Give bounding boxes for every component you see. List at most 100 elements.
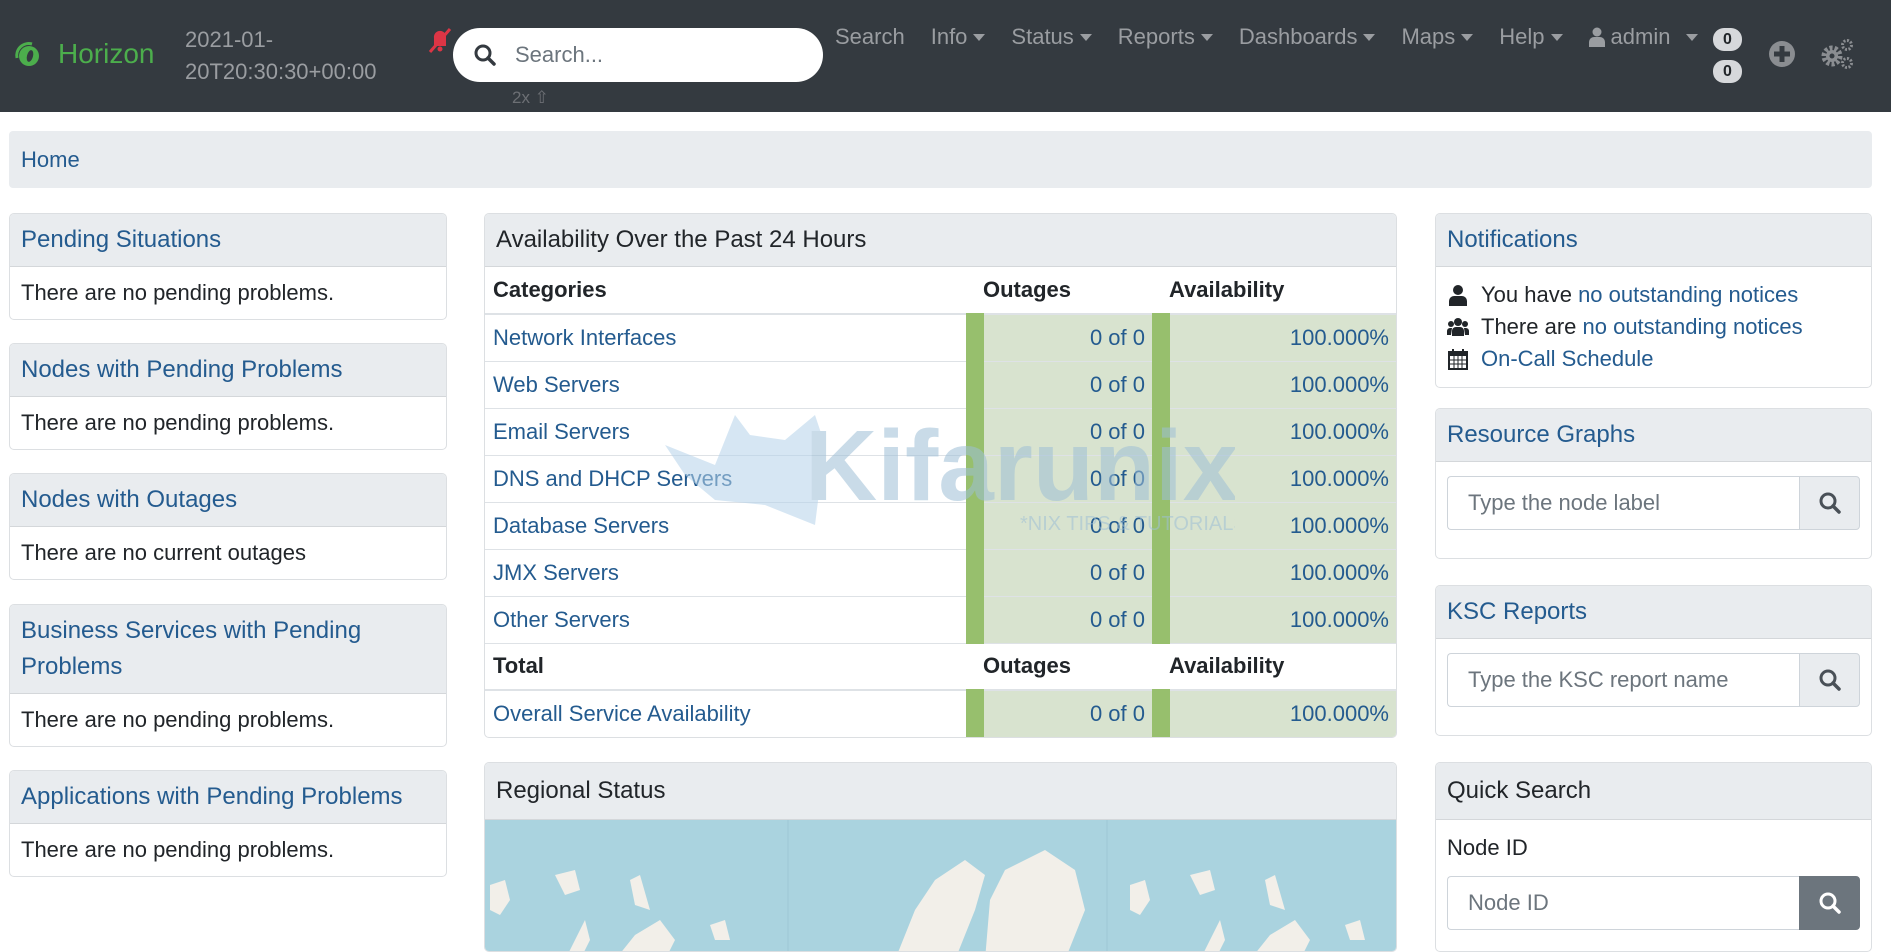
table-row: Database Servers 0 of 0 100.000% xyxy=(485,502,1396,550)
col-total-availability: Availability xyxy=(1161,642,1396,691)
availability-cell[interactable]: 100.000% xyxy=(1152,502,1396,550)
alarm-count-badge[interactable]: 0 xyxy=(1713,28,1742,51)
nav-dashboards-label: Dashboards xyxy=(1238,24,1358,49)
horizon-logo-icon xyxy=(15,42,39,66)
panel-nodes-pending-problems: Nodes with Pending Problems There are no… xyxy=(9,343,447,450)
notifications-title-link[interactable]: Notifications xyxy=(1447,226,1578,253)
col-categories: Categories xyxy=(485,267,975,315)
chevron-down-icon xyxy=(1363,33,1376,41)
availability-cell[interactable]: 100.000% xyxy=(1152,361,1396,409)
outages-cell[interactable]: 0 of 0 xyxy=(966,549,1161,597)
on-call-line: On-Call Schedule xyxy=(1447,343,1860,375)
on-call-schedule-link[interactable]: On-Call Schedule xyxy=(1481,345,1653,373)
category-link[interactable]: Other Servers xyxy=(493,607,630,632)
availability-cell[interactable]: 100.000% xyxy=(1152,596,1396,644)
breadcrumb-home[interactable]: Home xyxy=(21,147,80,173)
regional-map[interactable] xyxy=(485,820,1396,951)
table-row: Other Servers 0 of 0 100.000% xyxy=(485,596,1396,644)
availability-cell[interactable]: 100.000% xyxy=(1152,314,1396,362)
resource-graphs-title-link[interactable]: Resource Graphs xyxy=(1447,421,1635,448)
availability-cell[interactable]: 100.000% xyxy=(1152,549,1396,597)
ksc-report-input[interactable] xyxy=(1447,653,1799,707)
panel-availability: Availability Over the Past 24 Hours Cate… xyxy=(484,213,1397,738)
nav-menu: Search Info Status Reports Dashboards Ma… xyxy=(835,24,1724,50)
overall-availability-link[interactable]: Overall Service Availability xyxy=(493,701,751,726)
chevron-down-icon xyxy=(1079,33,1092,41)
user-icon xyxy=(1449,285,1467,306)
nav-help[interactable]: Help xyxy=(1499,24,1563,50)
category-link[interactable]: Web Servers xyxy=(493,372,620,397)
availability-cell[interactable]: 100.000% xyxy=(1152,455,1396,503)
table-row: JMX Servers 0 of 0 100.000% xyxy=(485,549,1396,597)
node-label-input[interactable] xyxy=(1447,476,1799,530)
outages-cell[interactable]: 0 of 0 xyxy=(966,361,1161,409)
plus-circle-icon[interactable] xyxy=(1768,40,1796,68)
notice-count-badge[interactable]: 0 xyxy=(1713,60,1742,83)
users-icon xyxy=(1447,318,1469,336)
nav-reports[interactable]: Reports xyxy=(1118,24,1213,50)
global-search-input[interactable] xyxy=(515,42,805,68)
panel-title-link[interactable]: Applications with Pending Problems xyxy=(21,783,403,810)
total-row: Overall Service Availability 0 of 0 100.… xyxy=(485,690,1396,737)
brand-name: Horizon xyxy=(58,38,155,69)
bell-slash-icon[interactable] xyxy=(426,26,454,54)
nav-search[interactable]: Search xyxy=(835,24,905,50)
quick-search-title: Quick Search xyxy=(1447,777,1592,804)
panel-title-link[interactable]: Pending Situations xyxy=(21,226,221,253)
outages-cell[interactable]: 0 of 0 xyxy=(966,314,1161,362)
total-outages-cell[interactable]: 0 of 0 xyxy=(966,690,1161,737)
team-notices-link[interactable]: no outstanding notices xyxy=(1583,313,1803,341)
panel-resource-graphs: Resource Graphs xyxy=(1435,408,1872,559)
nav-info[interactable]: Info xyxy=(931,24,986,50)
panel-body-text: There are no pending problems. xyxy=(21,280,335,305)
nav-search-label: Search xyxy=(835,24,905,49)
panel-regional-status: Regional Status xyxy=(484,762,1397,952)
gears-icon[interactable] xyxy=(1819,37,1855,71)
ksc-reports-title-link[interactable]: KSC Reports xyxy=(1447,598,1587,625)
breadcrumb: Home xyxy=(9,131,1872,188)
chevron-down-icon xyxy=(1200,33,1213,41)
resource-graphs-search-button[interactable] xyxy=(1799,476,1860,530)
nav-dashboards[interactable]: Dashboards xyxy=(1239,24,1376,50)
nav-user-menu[interactable]: admin xyxy=(1588,24,1699,50)
col-availability: Availability xyxy=(1161,267,1396,315)
outages-cell[interactable]: 0 of 0 xyxy=(966,455,1161,503)
outages-cell[interactable]: 0 of 0 xyxy=(966,502,1161,550)
server-time: 2021-01-20T20:30:30+00:00 xyxy=(185,27,377,84)
panel-ksc-reports: KSC Reports xyxy=(1435,585,1872,736)
global-search[interactable] xyxy=(453,28,823,82)
total-availability-cell[interactable]: 100.000% xyxy=(1152,690,1396,737)
category-link[interactable]: Database Servers xyxy=(493,513,669,538)
nav-info-label: Info xyxy=(930,24,968,49)
category-link[interactable]: JMX Servers xyxy=(493,560,619,585)
user-notices-link[interactable]: no outstanding notices xyxy=(1578,281,1798,309)
ksc-report-search-button[interactable] xyxy=(1799,653,1860,707)
total-header-row: Total Outages Availability xyxy=(485,642,1396,691)
node-id-search-button[interactable] xyxy=(1799,876,1860,930)
node-id-label: Node ID xyxy=(1447,835,1528,860)
col-outages: Outages xyxy=(975,267,1161,315)
category-link[interactable]: Email Servers xyxy=(493,419,630,444)
chevron-down-icon xyxy=(1550,33,1563,41)
table-row: Web Servers 0 of 0 100.000% xyxy=(485,361,1396,409)
panel-title-link[interactable]: Business Services with Pending Problems xyxy=(21,617,361,680)
chevron-down-icon xyxy=(1686,33,1699,41)
nav-maps-label: Maps xyxy=(1401,24,1456,49)
panel-title-link[interactable]: Nodes with Pending Problems xyxy=(21,356,343,383)
outages-cell[interactable]: 0 of 0 xyxy=(966,596,1161,644)
brand[interactable]: Horizon xyxy=(14,38,154,70)
availability-cell[interactable]: 100.000% xyxy=(1152,408,1396,456)
node-id-input[interactable] xyxy=(1447,876,1799,930)
team-notices-prefix: There are xyxy=(1481,314,1583,339)
panel-applications: Applications with Pending Problems There… xyxy=(9,770,447,877)
user-notices-prefix: You have xyxy=(1481,282,1579,307)
table-row: Email Servers 0 of 0 100.000% xyxy=(485,408,1396,456)
category-link[interactable]: Network Interfaces xyxy=(493,325,676,350)
nav-status[interactable]: Status xyxy=(1011,24,1092,50)
nav-maps[interactable]: Maps xyxy=(1401,24,1474,50)
category-link[interactable]: DNS and DHCP Servers xyxy=(493,466,732,491)
panel-body-text: There are no current outages xyxy=(21,540,306,565)
panel-pending-situations: Pending Situations There are no pending … xyxy=(9,213,447,320)
outages-cell[interactable]: 0 of 0 xyxy=(966,408,1161,456)
panel-title-link[interactable]: Nodes with Outages xyxy=(21,486,237,513)
